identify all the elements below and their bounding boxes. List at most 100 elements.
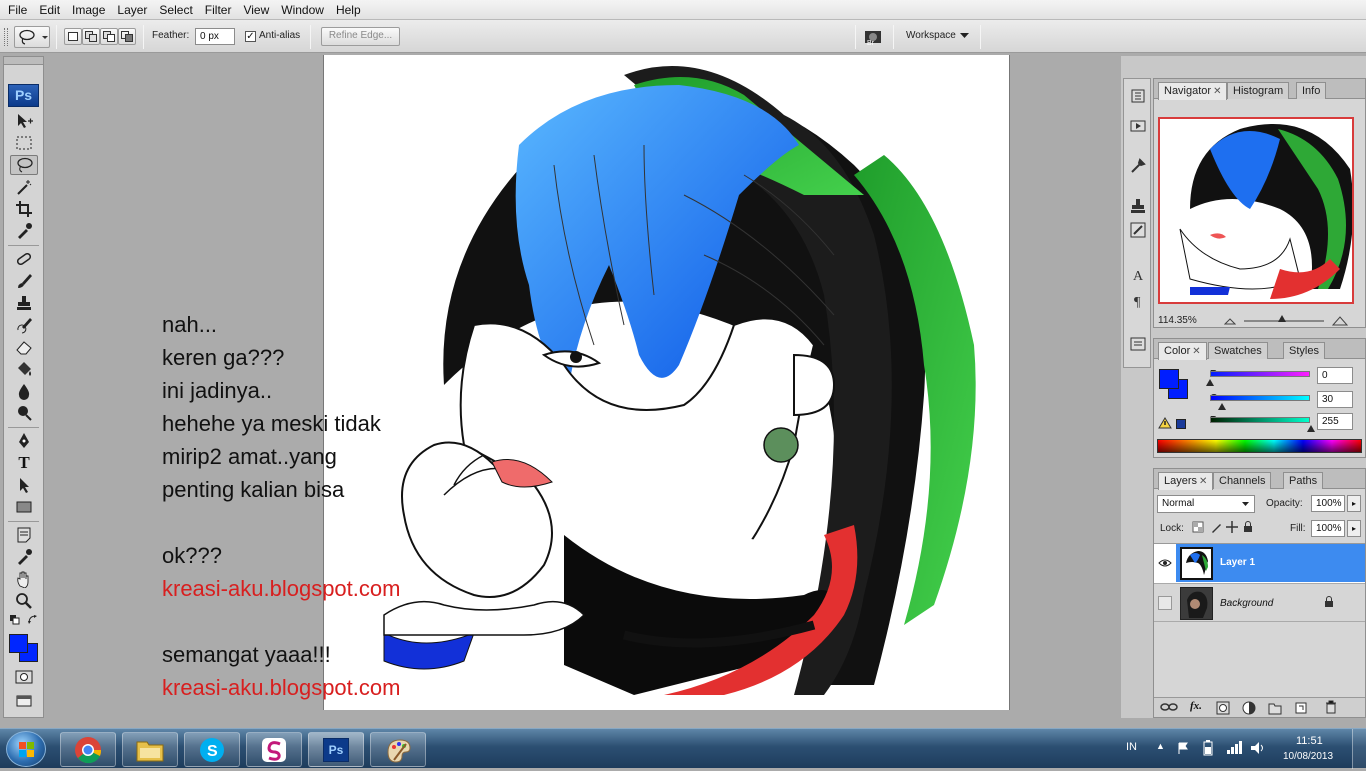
antialias-checkbox[interactable]: ✓ <box>245 31 256 42</box>
zoom-tool-icon[interactable] <box>10 591 38 611</box>
feather-input[interactable]: 0 px <box>195 28 235 45</box>
clone-stamp-tool-icon[interactable] <box>10 293 38 313</box>
lasso-tool-icon[interactable] <box>10 155 38 175</box>
menu-image[interactable]: Image <box>66 0 111 20</box>
brushes-icon[interactable] <box>1128 221 1148 239</box>
layer-row-background[interactable]: Background <box>1154 583 1365 622</box>
caption-link[interactable]: kreasi-aku.blogspot.com <box>162 671 492 704</box>
subtract-selection-button[interactable] <box>100 28 118 45</box>
close-icon[interactable]: ✕ <box>1192 346 1200 357</box>
notes-tool-icon[interactable] <box>10 525 38 545</box>
workspace-label[interactable]: Workspace <box>906 30 956 41</box>
tab-swatches[interactable]: Swatches <box>1208 342 1268 359</box>
battery-icon[interactable] <box>1202 740 1214 756</box>
add-selection-button[interactable] <box>82 28 100 45</box>
quick-mask-icon[interactable] <box>10 667 38 687</box>
brush-tool-icon[interactable] <box>10 271 38 291</box>
opacity-input[interactable]: 100% <box>1311 495 1345 512</box>
dodge-tool-icon[interactable] <box>10 403 38 423</box>
menu-help[interactable]: Help <box>330 0 367 20</box>
lock-all-icon[interactable] <box>1242 521 1254 533</box>
action-center-flag-icon[interactable] <box>1176 741 1190 755</box>
eye-icon[interactable] <box>1158 558 1172 568</box>
tool-preset-picker[interactable] <box>14 26 50 48</box>
fx-icon[interactable]: fx. <box>1190 700 1202 712</box>
close-icon[interactable]: ✕ <box>1199 476 1207 487</box>
type-tool-icon[interactable]: T <box>10 453 38 473</box>
tab-navigator[interactable]: Navigator ✕ <box>1158 82 1228 100</box>
eyedropper-tool-icon[interactable] <box>10 221 38 241</box>
fill-arrow-icon[interactable]: ▸ <box>1347 520 1361 537</box>
taskbar-app-s[interactable] <box>246 732 302 767</box>
tab-layers[interactable]: Layers ✕ <box>1158 472 1214 490</box>
character-icon[interactable]: A <box>1128 265 1148 283</box>
caption-link[interactable]: kreasi-aku.blogspot.com <box>162 572 492 605</box>
network-icon[interactable] <box>1226 741 1242 755</box>
shape-tool-icon[interactable] <box>10 497 38 517</box>
notes-panel-icon[interactable] <box>1128 335 1148 353</box>
adjustment-layer-icon[interactable] <box>1242 701 1256 715</box>
clone-source-icon[interactable] <box>1128 197 1148 215</box>
menu-view[interactable]: View <box>237 0 275 20</box>
gamut-swatch[interactable] <box>1176 419 1186 429</box>
menu-filter[interactable]: Filter <box>199 0 238 20</box>
lock-transparency-icon[interactable] <box>1192 521 1204 533</box>
menu-edit[interactable]: Edit <box>33 0 66 20</box>
hand-tool-icon[interactable] <box>10 569 38 589</box>
zoom-in-icon[interactable] <box>1332 315 1348 327</box>
navigator-preview[interactable] <box>1158 117 1354 304</box>
tool-presets-icon[interactable] <box>1128 157 1148 175</box>
healing-brush-tool-icon[interactable] <box>10 249 38 269</box>
new-layer-icon[interactable] <box>1294 701 1308 715</box>
input-language[interactable]: IN <box>1126 741 1137 753</box>
tab-info[interactable]: Info <box>1296 82 1327 99</box>
show-hidden-icons-icon[interactable]: ▲ <box>1156 741 1165 751</box>
opacity-arrow-icon[interactable]: ▸ <box>1347 495 1361 512</box>
actions-icon[interactable] <box>1128 117 1148 135</box>
tab-paths[interactable]: Paths <box>1283 472 1324 489</box>
tab-styles[interactable]: Styles <box>1283 342 1325 359</box>
default-colors-icon[interactable] <box>10 615 20 625</box>
history-brush-tool-icon[interactable] <box>10 315 38 335</box>
grip-icon[interactable] <box>4 28 8 46</box>
paint-bucket-tool-icon[interactable] <box>10 359 38 379</box>
marquee-tool-icon[interactable] <box>10 133 38 153</box>
swap-colors-icon[interactable] <box>28 615 38 625</box>
menu-file[interactable]: File <box>2 0 33 20</box>
b-input[interactable]: 255 <box>1317 413 1353 430</box>
start-button[interactable] <box>6 731 46 767</box>
r-input[interactable]: 0 <box>1317 367 1353 384</box>
zoom-level[interactable]: 114.35% <box>1158 315 1202 326</box>
refine-edge-button[interactable]: Refine Edge... <box>321 27 400 46</box>
intersect-selection-button[interactable] <box>118 28 136 45</box>
tab-color[interactable]: Color ✕ <box>1158 342 1207 360</box>
lock-position-icon[interactable] <box>1226 521 1238 533</box>
b-slider[interactable] <box>1210 417 1310 423</box>
eraser-tool-icon[interactable] <box>10 337 38 357</box>
close-icon[interactable]: ✕ <box>1213 86 1221 97</box>
menu-layer[interactable]: Layer <box>111 0 153 20</box>
taskbar-paint[interactable] <box>370 732 426 767</box>
g-slider[interactable] <box>1210 395 1310 401</box>
screen-mode-icon[interactable] <box>10 691 38 711</box>
tab-channels[interactable]: Channels <box>1213 472 1272 489</box>
history-icon[interactable] <box>1128 87 1148 105</box>
taskbar-skype[interactable]: S <box>184 732 240 767</box>
color-foreground-swatch[interactable] <box>1159 369 1179 389</box>
r-slider-thumb[interactable] <box>1206 379 1214 386</box>
visibility-toggle-empty[interactable] <box>1158 596 1172 610</box>
background-layer-name[interactable]: Background <box>1220 598 1273 609</box>
taskbar-chrome[interactable] <box>60 732 116 767</box>
show-desktop-button[interactable] <box>1352 729 1366 769</box>
volume-icon[interactable] <box>1250 741 1266 755</box>
g-slider-thumb[interactable] <box>1218 403 1226 410</box>
zoom-slider-thumb[interactable] <box>1278 315 1286 322</box>
new-selection-button[interactable] <box>64 28 82 45</box>
layer-row-layer-1[interactable]: Layer 1 <box>1154 544 1365 583</box>
lock-pixels-icon[interactable] <box>1210 521 1222 533</box>
taskbar-photoshop[interactable]: Ps <box>308 732 364 767</box>
path-selection-tool-icon[interactable] <box>10 475 38 495</box>
move-tool-icon[interactable] <box>10 111 38 131</box>
tab-histogram[interactable]: Histogram <box>1227 82 1290 99</box>
pen-tool-icon[interactable] <box>10 431 38 451</box>
